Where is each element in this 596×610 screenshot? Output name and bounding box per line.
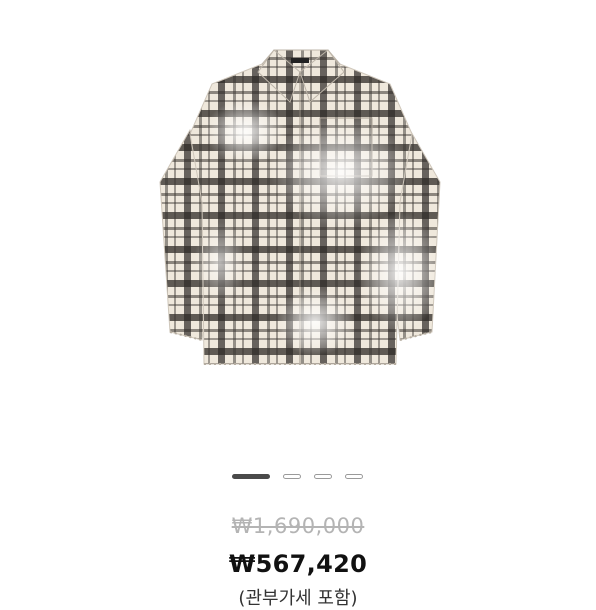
original-price-value: ₩1,690,000 [231,514,365,538]
sale-price: ₩567,420 [228,550,368,578]
carousel-dot-2[interactable] [283,474,301,479]
carousel-dot-1[interactable] [232,474,270,479]
original-price: ₩1,690,000 [0,514,596,538]
tax-included-note: (관부가세 포함) [238,588,358,609]
carousel-dot-4[interactable] [345,474,363,479]
carousel-indicator [0,474,596,484]
carousel-dot-3[interactable] [314,474,332,479]
product-image[interactable] [150,42,450,402]
